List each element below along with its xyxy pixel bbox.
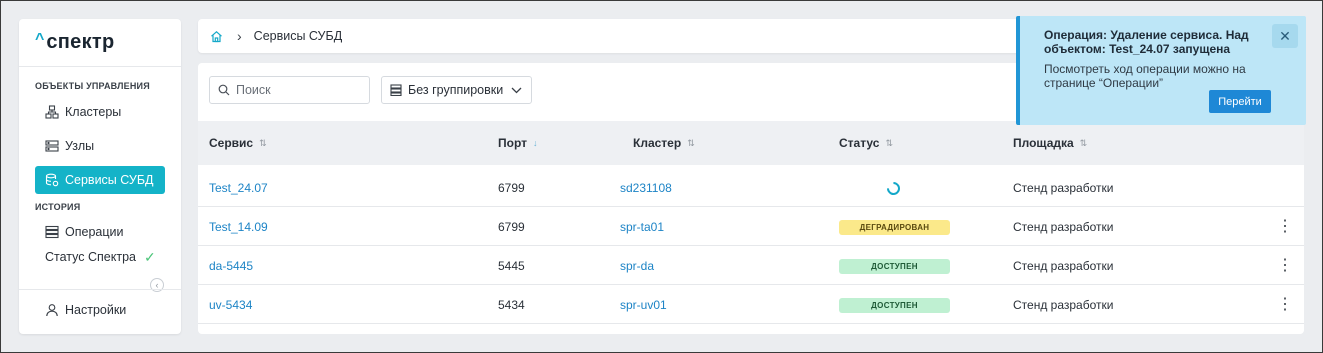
table-header: Сервис ⇅ Порт ↓ Кластер ⇅ Статус ⇅ Площадка ⇅ bbox=[198, 121, 1304, 165]
home-icon[interactable] bbox=[210, 30, 223, 43]
column-label: Статус bbox=[839, 136, 880, 150]
more-options-icon[interactable]: ⋮ bbox=[1277, 219, 1293, 235]
sidebar-item-dbms-services[interactable]: Сервисы СУБД bbox=[35, 166, 165, 194]
site-value: Стенд разработки bbox=[1013, 181, 1114, 195]
service-link[interactable]: da-5445 bbox=[209, 259, 253, 273]
go-to-operations-button[interactable]: Перейти bbox=[1209, 90, 1271, 113]
cluster-icon bbox=[45, 105, 59, 119]
column-service[interactable]: Сервис ⇅ bbox=[209, 136, 267, 150]
cluster-link[interactable]: spr-ta01 bbox=[620, 220, 664, 234]
sidebar-item-nodes[interactable]: Узлы bbox=[35, 132, 165, 160]
port-value: 6799 bbox=[498, 181, 525, 195]
sidebar-item-settings[interactable]: Настройки bbox=[35, 296, 126, 324]
service-link[interactable]: Test_24.07 bbox=[209, 181, 268, 195]
table-row[interactable]: Test_24.07 6799 sd231108 Стенд разработк… bbox=[198, 169, 1304, 207]
table-row[interactable]: uv-5434 5434 spr-uv01 ДОСТУПЕН Стенд раз… bbox=[198, 286, 1304, 324]
sidebar-item-operations[interactable]: Операции bbox=[35, 218, 165, 246]
grouping-select[interactable]: Без группировки bbox=[381, 76, 532, 104]
sidebar-item-label: Кластеры bbox=[65, 105, 122, 119]
table-row[interactable]: da-5445 5445 spr-da ДОСТУПЕН Стенд разра… bbox=[198, 247, 1304, 285]
column-site[interactable]: Площадка ⇅ bbox=[1013, 136, 1087, 150]
search-icon bbox=[218, 84, 230, 96]
port-value: 5445 bbox=[498, 259, 525, 273]
table-row[interactable]: Test_14.09 6799 spr-ta01 ДЕГРАДИРОВАН Ст… bbox=[198, 208, 1304, 246]
sidebar-item-clusters[interactable]: Кластеры bbox=[35, 98, 165, 126]
section-label-history: ИСТОРИЯ bbox=[35, 202, 81, 212]
more-options-icon[interactable]: ⋮ bbox=[1277, 258, 1293, 274]
sidebar-item-label: Операции bbox=[65, 225, 124, 239]
status-badge: ДОСТУПЕН bbox=[839, 258, 950, 274]
site-value: Стенд разработки bbox=[1013, 220, 1114, 234]
column-label: Порт bbox=[498, 136, 528, 150]
sort-icon: ⇅ bbox=[687, 137, 695, 148]
search-input[interactable] bbox=[236, 83, 356, 97]
loading-spinner-icon bbox=[884, 178, 903, 198]
sidebar: ^ спектр ОБЪЕКТЫ УПРАВЛЕНИЯ Кластеры Узл… bbox=[19, 19, 181, 334]
port-value: 6799 bbox=[498, 220, 525, 234]
sort-icon: ⇅ bbox=[885, 137, 893, 148]
section-label-management: ОБЪЕКТЫ УПРАВЛЕНИЯ bbox=[35, 81, 150, 91]
service-link[interactable]: Test_14.09 bbox=[209, 220, 268, 234]
sidebar-divider bbox=[19, 289, 181, 290]
service-link[interactable]: uv-5434 bbox=[209, 298, 252, 312]
sort-icon: ⇅ bbox=[1079, 137, 1088, 148]
status-badge: ДЕГРАДИРОВАН bbox=[839, 219, 950, 235]
column-status[interactable]: Статус ⇅ bbox=[839, 136, 893, 150]
sort-icon: ⇅ bbox=[259, 137, 267, 148]
close-icon[interactable]: ✕ bbox=[1272, 24, 1298, 48]
cluster-link[interactable]: spr-uv01 bbox=[620, 298, 667, 312]
user-icon bbox=[45, 303, 59, 317]
server-icon bbox=[45, 139, 59, 153]
check-icon: ✓ bbox=[143, 248, 156, 265]
cluster-link[interactable]: sd231108 bbox=[620, 181, 672, 195]
site-value: Стенд разработки bbox=[1013, 298, 1114, 312]
sidebar-item-label: Настройки bbox=[65, 303, 127, 317]
status-badge: ДОСТУПЕН bbox=[839, 297, 950, 313]
sort-asc-icon: ↓ bbox=[533, 138, 538, 148]
column-label: Кластер bbox=[633, 136, 682, 150]
search-box[interactable] bbox=[209, 76, 370, 104]
toast-body: Посмотреть ход операции можно на страниц… bbox=[1044, 62, 1246, 90]
sidebar-item-label: Узлы bbox=[65, 139, 95, 153]
grouping-value: Без группировки bbox=[408, 83, 504, 97]
chevron-right-icon: › bbox=[237, 28, 242, 44]
more-options-icon[interactable]: ⋮ bbox=[1277, 297, 1293, 313]
list-icon bbox=[390, 84, 402, 96]
column-label: Площадка bbox=[1013, 136, 1074, 150]
database-icon bbox=[45, 173, 59, 187]
sidebar-item-label: Сервисы СУБД bbox=[65, 173, 154, 187]
column-label: Сервис bbox=[209, 136, 254, 150]
site-value: Стенд разработки bbox=[1013, 259, 1114, 273]
logo-text: спектр bbox=[46, 31, 115, 53]
logo-mark: ^ bbox=[35, 30, 45, 48]
toast-title: Операция: Удаление сервиса. Над объектом… bbox=[1044, 28, 1249, 56]
status-label: Статус Спектра bbox=[45, 250, 136, 264]
breadcrumb-current: Сервисы СУБД bbox=[253, 29, 343, 43]
chevron-down-icon bbox=[511, 87, 522, 94]
operations-icon bbox=[45, 225, 59, 239]
port-value: 5434 bbox=[498, 298, 525, 312]
logo[interactable]: ^ спектр bbox=[19, 19, 181, 67]
toolbar: Без группировки bbox=[209, 76, 532, 104]
column-port[interactable]: Порт ↓ bbox=[498, 136, 538, 150]
column-cluster[interactable]: Кластер ⇅ bbox=[633, 136, 695, 150]
spectr-status[interactable]: Статус Спектра ✓ bbox=[19, 246, 181, 268]
cluster-link[interactable]: spr-da bbox=[620, 259, 654, 273]
